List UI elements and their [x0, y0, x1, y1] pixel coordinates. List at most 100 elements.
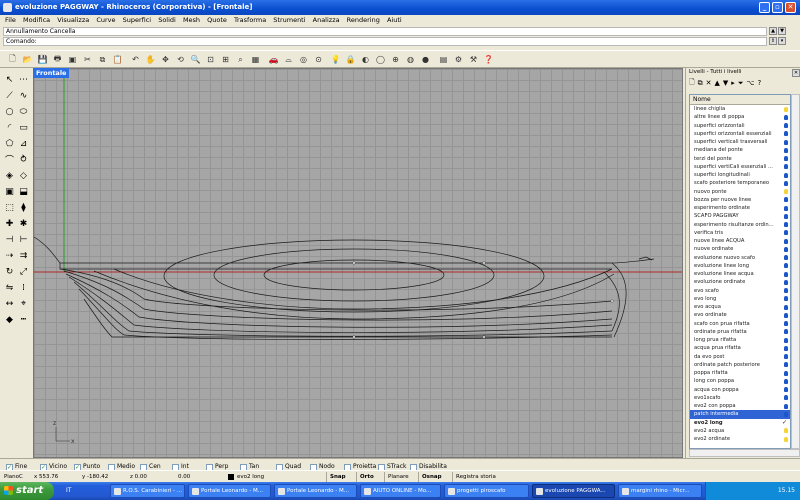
layer-visibility-bulb-icon[interactable]: [784, 321, 788, 326]
layer-visibility-bulb-icon[interactable]: [784, 246, 788, 252]
wireframe-icon[interactable]: ◯: [375, 54, 386, 65]
text-icon[interactable]: ⊿: [17, 137, 30, 150]
taskbar-button[interactable]: evoluzione PAGGWA...: [532, 484, 615, 498]
join-icon[interactable]: ✚: [3, 217, 16, 230]
layer-visibility-bulb-icon[interactable]: [784, 213, 788, 219]
viewport-tab-frontale[interactable]: Frontale: [33, 68, 69, 78]
menu-strumenti[interactable]: Strumenti: [273, 16, 305, 24]
layer-row[interactable]: nuove linee ACQUA: [690, 237, 790, 245]
osnap-toggle[interactable]: Osnap: [418, 472, 445, 482]
copy-object-icon[interactable]: ⇉: [17, 249, 30, 262]
layer-row[interactable]: evo long: [690, 295, 790, 303]
maximize-button[interactable]: ▫: [772, 2, 783, 13]
mesh-icon[interactable]: ⬚: [3, 201, 16, 214]
save-icon[interactable]: 💾: [37, 54, 48, 65]
properties-icon[interactable]: ⚙: [453, 54, 464, 65]
layer-row[interactable]: patch intermedia: [690, 410, 790, 419]
filter-icon[interactable]: ⏷: [738, 79, 744, 88]
layer-visibility-bulb-icon[interactable]: [784, 172, 788, 178]
layer-visibility-bulb-icon[interactable]: [784, 345, 788, 351]
layer-row[interactable]: evoluzione linee long: [690, 262, 790, 270]
minimize-button[interactable]: _: [759, 2, 770, 13]
layer-visibility-bulb-icon[interactable]: [784, 395, 788, 401]
layer-row[interactable]: evoluzione linee acqua: [690, 270, 790, 278]
layer-visibility-bulb-icon[interactable]: [784, 230, 788, 236]
cut-icon[interactable]: ✂: [82, 54, 93, 65]
command-dropdown-button[interactable]: ▾: [778, 37, 786, 45]
new-layer-icon[interactable]: 🗋: [689, 78, 695, 89]
layer-row[interactable]: evo1scafo: [690, 394, 790, 402]
layer-visibility-bulb-icon[interactable]: [784, 428, 788, 434]
taskbar-button[interactable]: AIUTO ONLINE - Mo...: [360, 484, 441, 498]
layer-icon[interactable]: ▤: [438, 54, 449, 65]
layer-visibility-bulb-icon[interactable]: [784, 164, 788, 170]
new-sublayer-icon[interactable]: ⧉: [698, 79, 703, 88]
taskbar-button[interactable]: Portale Leonardo - M...: [188, 484, 271, 498]
undo-icon[interactable]: ↶: [130, 54, 141, 65]
zoom-window-icon[interactable]: ⊡: [205, 54, 216, 65]
layer-row[interactable]: nuove ordinate: [690, 245, 790, 253]
layer-row[interactable]: superfici vertiCali essenziali ...: [690, 163, 790, 171]
layer-row[interactable]: scafo posteriore temporaneo: [690, 179, 790, 187]
cplane-icon[interactable]: ⌓: [283, 54, 294, 65]
ruler-icon[interactable]: ┅: [17, 313, 30, 326]
layer-visibility-bulb-icon[interactable]: [784, 205, 788, 211]
layer-row[interactable]: long con poppa: [690, 377, 790, 385]
shaded-icon[interactable]: ⊕: [390, 54, 401, 65]
language-indicator[interactable]: IT: [66, 482, 71, 500]
render-icon[interactable]: ●: [420, 54, 431, 65]
layer-visibility-bulb-icon[interactable]: [784, 106, 788, 112]
layer-visibility-bulb-icon[interactable]: [784, 337, 788, 343]
rotate-icon[interactable]: ↻: [3, 265, 16, 278]
layer-row[interactable]: poppa rifatta: [690, 369, 790, 377]
fillet-curve-icon[interactable]: ⌒: [3, 153, 16, 166]
ellipse-icon[interactable]: ⬭: [17, 105, 30, 118]
render-mesh-icon[interactable]: ◆: [3, 313, 16, 326]
menu-quote[interactable]: Quote: [207, 16, 227, 24]
scale-icon[interactable]: ⤢: [17, 265, 30, 278]
zoom-icon[interactable]: 🔍: [190, 54, 201, 65]
layer-row[interactable]: verifica tris: [690, 229, 790, 237]
layer-row[interactable]: mediana del ponte: [690, 146, 790, 154]
menu-analizza[interactable]: Analizza: [313, 16, 340, 24]
boolean-icon[interactable]: ⧫: [17, 201, 30, 214]
layer-row[interactable]: evo ordinate: [690, 311, 790, 319]
import-icon[interactable]: ▣: [67, 54, 78, 65]
ortho-toggle[interactable]: Orto: [356, 472, 377, 482]
layer-row[interactable]: evoluzione nuovo scafo: [690, 254, 790, 262]
layer-row[interactable]: long prua rifatta: [690, 336, 790, 344]
layer-tools-icon[interactable]: ⌥: [746, 79, 754, 87]
history-scroll-down[interactable]: ▼: [778, 27, 786, 35]
menu-solidi[interactable]: Solidi: [158, 16, 176, 24]
named-view-icon[interactable]: ◎: [298, 54, 309, 65]
layer-visibility-bulb-icon[interactable]: [784, 354, 788, 359]
layer-visibility-bulb-icon[interactable]: [784, 139, 788, 145]
layer-visibility-bulb-icon[interactable]: [784, 304, 788, 310]
viewport-config-icon[interactable]: ▦: [250, 54, 261, 65]
help-icon[interactable]: ❓: [483, 54, 494, 65]
open-file-icon[interactable]: 📂: [22, 54, 33, 65]
layer-visibility-bulb-icon[interactable]: [784, 329, 788, 335]
loft-icon[interactable]: ◇: [17, 169, 30, 182]
layer-visibility-bulb-icon[interactable]: [784, 189, 788, 194]
layer-visibility-bulb-icon[interactable]: [784, 370, 788, 376]
pan-hand-icon[interactable]: ✋: [145, 54, 156, 65]
curve-icon[interactable]: ∿: [17, 89, 30, 102]
layer-row[interactable]: acqua prua rifatta: [690, 344, 790, 352]
layer-row[interactable]: superfici longitudinali: [690, 171, 790, 179]
rectangle-icon[interactable]: ▭: [17, 121, 30, 134]
record-history-toggle[interactable]: Registra storia: [452, 472, 499, 482]
point-icon[interactable]: ⋯: [17, 73, 30, 86]
print-icon[interactable]: 🖶: [52, 54, 63, 65]
layer-row[interactable]: superfici orizzontali essenziali: [690, 130, 790, 138]
viewport-frontale[interactable]: x z: [33, 68, 683, 458]
layer-row[interactable]: evo2 acqua: [690, 427, 790, 435]
clock[interactable]: 15.15: [778, 487, 795, 494]
layer-row[interactable]: da evo post: [690, 353, 790, 361]
light-bulb-icon[interactable]: 💡: [330, 54, 341, 65]
taskbar-button[interactable]: margini rhino - Micr...: [618, 484, 702, 498]
layer-visibility-bulb-icon[interactable]: [784, 255, 788, 260]
select-icon[interactable]: ⊙: [313, 54, 324, 65]
move-down-icon[interactable]: ▼: [723, 79, 728, 87]
polygon-icon[interactable]: ⬠: [3, 137, 16, 150]
